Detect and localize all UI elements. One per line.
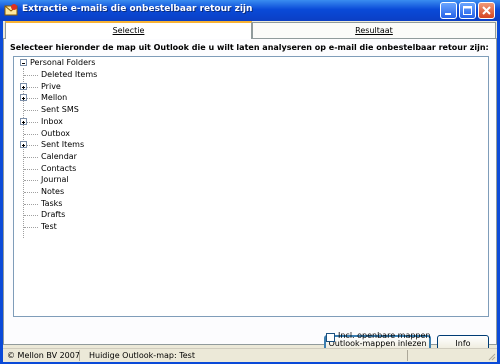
tree-connector-line (24, 215, 38, 216)
status-separator (79, 350, 80, 361)
info-button-label: Info (455, 339, 471, 348)
collapse-icon[interactable] (20, 59, 27, 66)
tree-connector-line (24, 134, 38, 135)
tree-folder-label: Mellon (41, 93, 68, 102)
selectie-panel: Selecteer hieronder de map uit Outlook d… (3, 38, 497, 352)
tab-resultaat-label: Resultaat (355, 26, 393, 35)
plus-icon (22, 144, 25, 147)
plus-icon (22, 97, 25, 100)
instruction-heading: Selecteer hieronder de map uit Outlook d… (10, 43, 489, 52)
resize-grip-icon[interactable] (486, 351, 496, 361)
minimize-icon (445, 13, 451, 15)
minimize-button[interactable] (440, 2, 457, 19)
status-separator (407, 350, 408, 361)
include-public-folders-checkbox[interactable] (326, 333, 335, 342)
tree-folder-label: Drafts (41, 210, 66, 219)
tab-selectie[interactable]: Selectie (5, 21, 252, 39)
plus-icon (22, 121, 25, 124)
read-outlook-folders-label: Outlook-mappen inlezen (328, 339, 427, 348)
minus-icon (22, 63, 25, 64)
status-bar: © Mellon BV 2007 Huidige Outlook-map: Te… (3, 348, 497, 362)
include-public-folders-label[interactable]: Incl. openbare mappen (338, 331, 431, 340)
tab-selectie-label: Selectie (112, 26, 145, 35)
expand-icon[interactable] (20, 141, 27, 148)
maximize-button[interactable] (459, 2, 476, 19)
tab-resultaat[interactable]: Resultaat (252, 22, 496, 39)
tree-folder-label: Sent SMS (41, 105, 79, 114)
tree-folder-label: Notes (41, 187, 65, 196)
tree-folder-label: Journal (41, 175, 69, 184)
maximize-icon (463, 6, 472, 15)
expand-icon[interactable] (20, 83, 27, 90)
tree-connector-line (24, 110, 38, 111)
tree-folder-label: Test (41, 222, 57, 231)
application-window: Extractie e-mails die onbestelbaar retou… (0, 0, 500, 364)
status-current-folder: Huidige Outlook-map: Test (89, 351, 195, 360)
close-icon (482, 6, 491, 15)
tree-connector-line (24, 180, 38, 181)
close-button[interactable] (478, 2, 495, 19)
tree-folder-label: Deleted Items (41, 70, 98, 79)
window-title: Extractie e-mails die onbestelbaar retou… (22, 4, 253, 14)
expand-icon[interactable] (20, 118, 27, 125)
title-bar[interactable]: Extractie e-mails die onbestelbaar retou… (0, 0, 500, 21)
plus-icon (22, 86, 25, 89)
tree-connector-line (24, 192, 38, 193)
tree-folder-label: Inbox (41, 117, 63, 126)
status-copyright: © Mellon BV 2007 (7, 351, 80, 360)
tree-connector-line (24, 227, 38, 228)
folder-tree[interactable]: Personal Folders Deleted Items Prive Mello… (13, 56, 489, 317)
tree-folder-label: Calendar (41, 152, 77, 161)
app-envelope-icon (4, 4, 18, 16)
tree-connector-line (24, 75, 38, 76)
tree-connector-line (24, 169, 38, 170)
tree-folder-label: Sent Items (41, 140, 85, 149)
tree-root-label: Personal Folders (30, 58, 96, 67)
tree-connector-line (24, 157, 38, 158)
client-area: Selectie Resultaat Selecteer hieronder d… (3, 21, 497, 362)
tree-connector-line (24, 204, 38, 205)
expand-icon[interactable] (20, 94, 27, 101)
